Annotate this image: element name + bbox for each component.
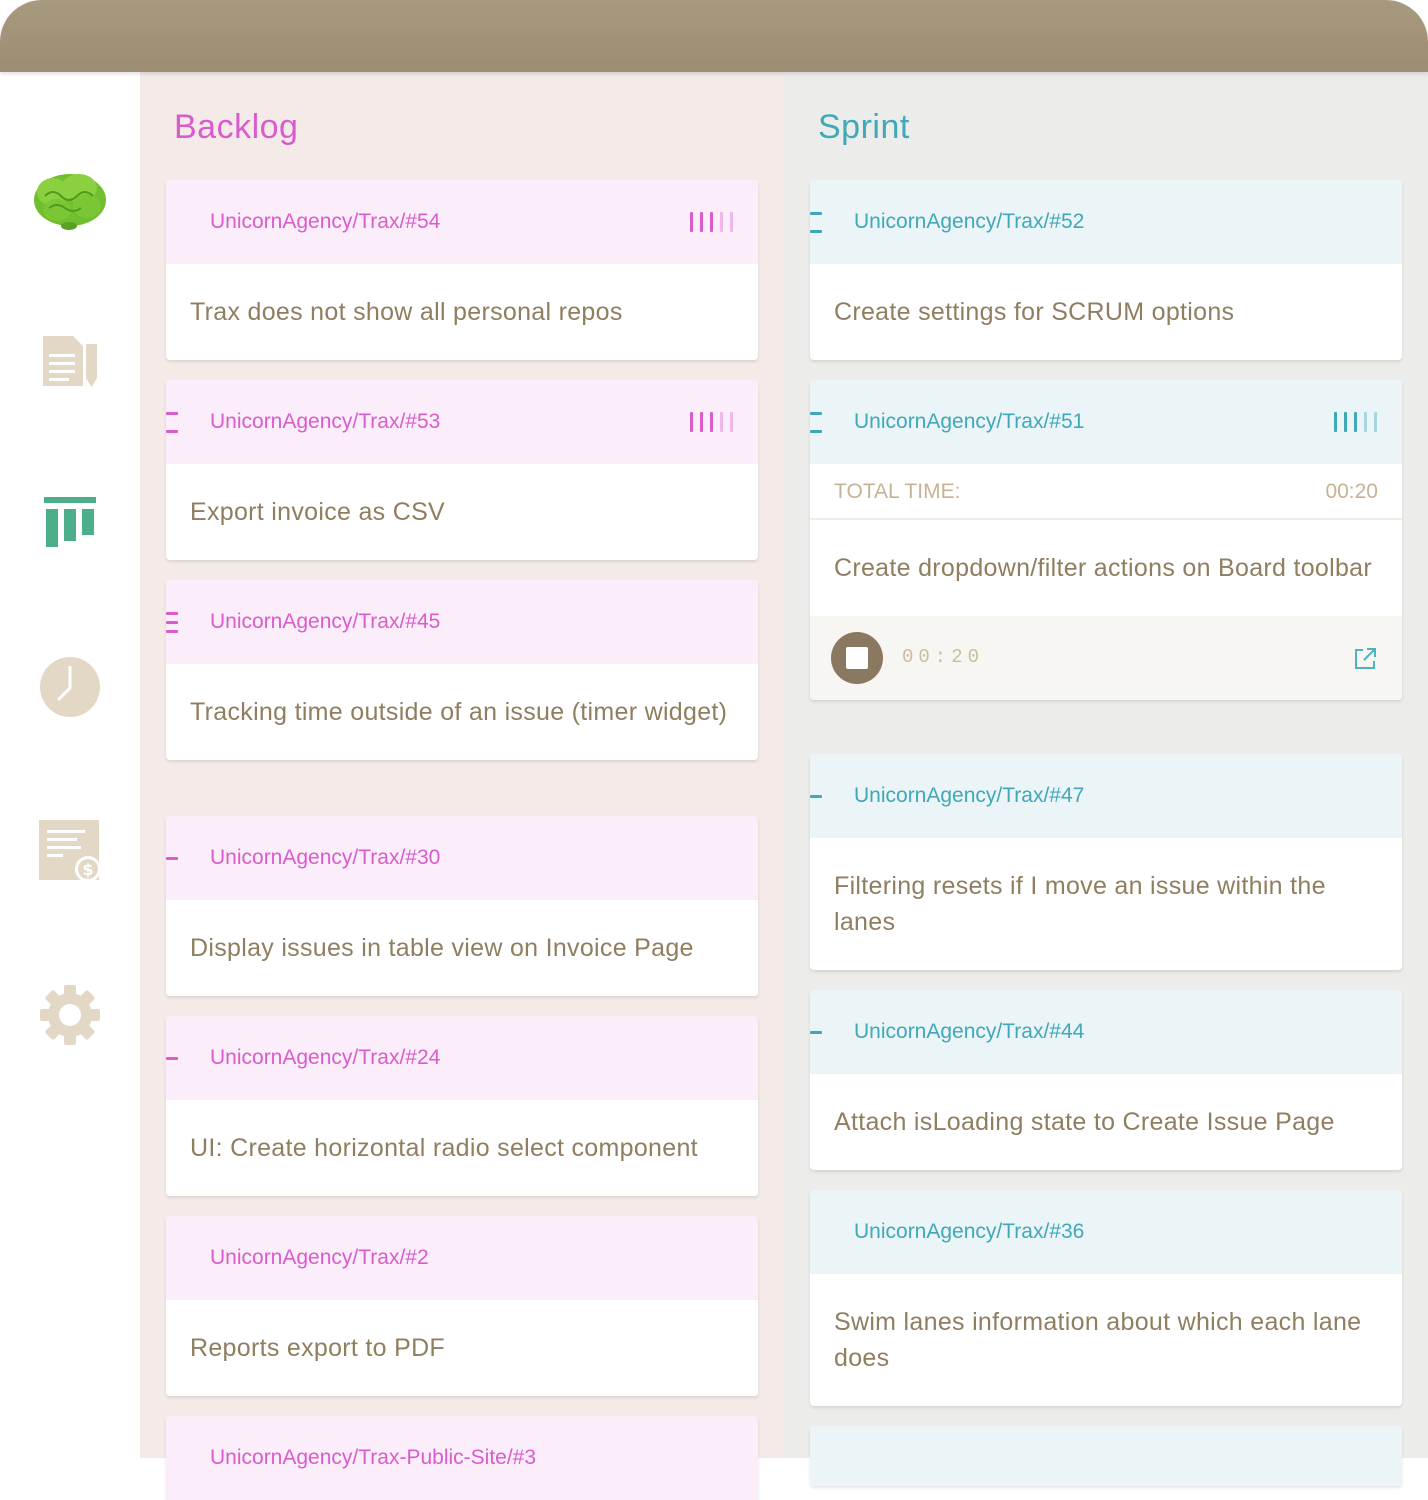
estimate-bars-icon xyxy=(690,412,736,434)
top-bar xyxy=(0,0,1428,72)
card-header: UnicornAgency/Trax/#2 xyxy=(166,1216,758,1300)
priority-indicator-icon xyxy=(810,1018,824,1044)
issue-id[interactable]: UnicornAgency/Trax/#53 xyxy=(210,410,440,434)
backlog-card[interactable]: UnicornAgency/Trax/#24 UI: Create horizo… xyxy=(166,1016,758,1196)
issue-title: Create settings for SCRUM options xyxy=(834,298,1235,326)
stop-timer-button[interactable] xyxy=(831,632,883,684)
issue-title: Attach isLoading state to Create Issue P… xyxy=(834,1108,1335,1136)
backlog-card[interactable]: UnicornAgency/Trax/#54 Trax does not sho… xyxy=(166,180,758,360)
issue-id[interactable]: UnicornAgency/Trax/#47 xyxy=(854,784,1084,808)
total-time-value: 00:20 xyxy=(1325,480,1378,503)
backlog-title: Backlog xyxy=(174,108,299,146)
card-header: UnicornAgency/Trax/#54 xyxy=(166,180,758,264)
total-time-label: TOTAL TIME: xyxy=(834,480,961,503)
stop-icon xyxy=(846,647,868,669)
issue-title: Create dropdown/filter actions on Board … xyxy=(834,554,1373,582)
issue-title: UI: Create horizontal radio select compo… xyxy=(190,1134,698,1162)
open-external-icon[interactable] xyxy=(1352,646,1378,672)
priority-indicator-icon xyxy=(810,782,824,808)
sprint-card[interactable]: UnicornAgency/Trax/#36 Swim lanes inform… xyxy=(810,1190,1402,1406)
card-header: UnicornAgency/Trax/#51 xyxy=(810,380,1402,464)
issue-title: Tracking time outside of an issue (timer… xyxy=(190,698,728,726)
card-header: UnicornAgency/Trax/#45 xyxy=(166,580,758,664)
backlog-card[interactable]: UnicornAgency/Trax-Public-Site/#3 xyxy=(166,1416,758,1500)
card-header: UnicornAgency/Trax/#30 xyxy=(166,816,758,900)
card-header xyxy=(810,1426,1402,1486)
issues-document-icon[interactable] xyxy=(0,316,140,406)
issue-title: Swim lanes information about which each … xyxy=(834,1308,1362,1372)
card-header: UnicornAgency/Trax/#24 xyxy=(166,1016,758,1100)
issue-id[interactable]: UnicornAgency/Trax/#36 xyxy=(854,1220,1084,1244)
card-header: UnicornAgency/Trax/#36 xyxy=(810,1190,1402,1274)
invoice-icon[interactable]: $ xyxy=(0,806,140,896)
issue-id[interactable]: UnicornAgency/Trax/#52 xyxy=(854,210,1084,234)
svg-text:$: $ xyxy=(82,860,93,879)
estimate-bars-icon xyxy=(690,212,736,234)
issue-id[interactable]: UnicornAgency/Trax-Public-Site/#3 xyxy=(210,1446,536,1470)
priority-indicator-icon xyxy=(166,608,180,634)
brain-logo-icon[interactable] xyxy=(0,154,140,244)
issue-title: Export invoice as CSV xyxy=(190,498,446,526)
estimate-bars-icon xyxy=(1334,412,1380,434)
issue-title: Trax does not show all personal repos xyxy=(190,298,623,326)
backlog-card[interactable]: UnicornAgency/Trax/#30 Display issues in… xyxy=(166,816,758,996)
issue-id[interactable]: UnicornAgency/Trax/#24 xyxy=(210,1046,440,1070)
settings-gear-icon[interactable] xyxy=(0,970,140,1060)
priority-indicator-icon xyxy=(166,1044,180,1070)
total-time-row: TOTAL TIME: 00:20 xyxy=(810,464,1402,520)
issue-title: Reports export to PDF xyxy=(190,1334,446,1362)
priority-indicator-icon xyxy=(166,408,180,434)
card-header: UnicornAgency/Trax/#47 xyxy=(810,754,1402,838)
issue-id[interactable]: UnicornAgency/Trax/#45 xyxy=(210,610,440,634)
card-header: UnicornAgency/Trax-Public-Site/#3 xyxy=(166,1416,758,1500)
issue-id[interactable]: UnicornAgency/Trax/#2 xyxy=(210,1246,429,1270)
card-header: UnicornAgency/Trax/#53 xyxy=(166,380,758,464)
issue-id[interactable]: UnicornAgency/Trax/#30 xyxy=(210,846,440,870)
issue-id[interactable]: UnicornAgency/Trax/#51 xyxy=(854,410,1084,434)
issue-title: Display issues in table view on Invoice … xyxy=(190,934,694,962)
card-header: UnicornAgency/Trax/#44 xyxy=(810,990,1402,1074)
issue-id[interactable]: UnicornAgency/Trax/#54 xyxy=(210,210,440,234)
sprint-card[interactable]: UnicornAgency/Trax/#47 Filtering resets … xyxy=(810,754,1402,970)
priority-indicator-icon xyxy=(810,408,824,434)
clock-icon[interactable] xyxy=(0,642,140,732)
backlog-card[interactable]: UnicornAgency/Trax/#2 Reports export to … xyxy=(166,1216,758,1396)
backlog-card[interactable]: UnicornAgency/Trax/#45 Tracking time out… xyxy=(166,580,758,760)
card-header: UnicornAgency/Trax/#52 xyxy=(810,180,1402,264)
sprint-card[interactable] xyxy=(810,1426,1402,1486)
priority-indicator-icon xyxy=(810,208,824,234)
sidebar: $ xyxy=(0,72,140,1458)
timer-row: 00:20 xyxy=(810,616,1402,700)
board-icon[interactable] xyxy=(0,478,140,568)
backlog-card[interactable]: UnicornAgency/Trax/#53 Export invoice as… xyxy=(166,380,758,560)
timer-display: 00:20 xyxy=(902,646,985,668)
sprint-card-active[interactable]: UnicornAgency/Trax/#51 TOTAL TIME: 00:20… xyxy=(810,380,1402,700)
priority-indicator-icon xyxy=(166,844,180,870)
sprint-title: Sprint xyxy=(818,108,910,146)
sprint-card[interactable]: UnicornAgency/Trax/#44 Attach isLoading … xyxy=(810,990,1402,1170)
issue-title: Filtering resets if I move an issue with… xyxy=(834,872,1326,936)
issue-id[interactable]: UnicornAgency/Trax/#44 xyxy=(854,1020,1084,1044)
sprint-card[interactable]: UnicornAgency/Trax/#52 Create settings f… xyxy=(810,180,1402,360)
